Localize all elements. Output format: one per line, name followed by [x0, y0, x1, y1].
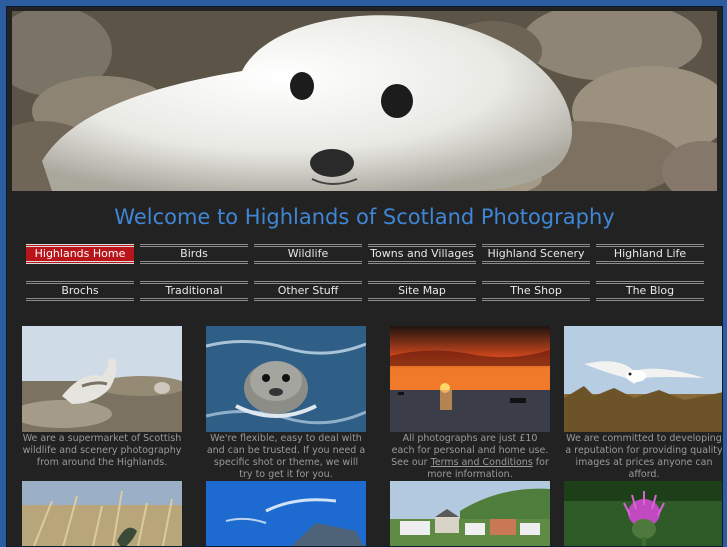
blue-sky-mountain-photo[interactable]	[206, 481, 366, 546]
sunset-sea-photo[interactable]	[390, 326, 550, 432]
village-houses-photo[interactable]	[390, 481, 550, 546]
thistle-photo[interactable]	[564, 481, 722, 546]
page-frame: Welcome to Highlands of Scotland Photogr…	[6, 6, 723, 547]
intro-card-flexible: We're flexible, easy to deal with and ca…	[206, 326, 366, 481]
nav-row-primary: Highlands Home Birds Wildlife Towns and …	[26, 244, 708, 266]
card-caption: We are committed to developing a reputat…	[565, 433, 723, 480]
dune-grass-photo[interactable]	[22, 481, 182, 546]
nav-highland-life[interactable]: Highland Life	[596, 244, 704, 264]
fulmar-flight-photo[interactable]	[564, 326, 722, 432]
nav-wildlife[interactable]: Wildlife	[254, 244, 362, 264]
intro-card-quality: We are committed to developing a reputat…	[564, 326, 723, 481]
nav-site-map[interactable]: Site Map	[368, 281, 476, 301]
intro-card-supermarket: We are a supermarket of Scottish wildlif…	[22, 326, 182, 469]
nav-towns-and-villages[interactable]: Towns and Villages	[368, 244, 476, 264]
swimming-seal-photo[interactable]	[206, 326, 366, 432]
nav-birds[interactable]: Birds	[140, 244, 248, 264]
nav-highlands-home[interactable]: Highlands Home	[26, 244, 134, 264]
nav-the-shop[interactable]: The Shop	[482, 281, 590, 301]
nav-highland-scenery[interactable]: Highland Scenery	[482, 244, 590, 264]
page-title: Welcome to Highlands of Scotland Photogr…	[114, 205, 615, 229]
nav-row-secondary: Brochs Traditional Other Stuff Site Map …	[26, 281, 708, 303]
card-caption: All photographs are just £10 each for pe…	[390, 433, 550, 481]
nav-traditional[interactable]: Traditional	[140, 281, 248, 301]
card-caption: We're flexible, easy to deal with and ca…	[206, 433, 366, 480]
ptarmigan-photo[interactable]	[22, 326, 182, 432]
terms-and-conditions-link[interactable]: Terms and Conditions	[431, 457, 533, 468]
nav-the-blog[interactable]: The Blog	[596, 281, 704, 301]
card-caption: We are a supermarket of Scottish wildlif…	[22, 433, 182, 468]
banner-image	[12, 11, 717, 191]
intro-card-pricing: All photographs are just £10 each for pe…	[390, 326, 550, 481]
nav-other-stuff[interactable]: Other Stuff	[254, 281, 362, 301]
nav-brochs[interactable]: Brochs	[26, 281, 134, 301]
